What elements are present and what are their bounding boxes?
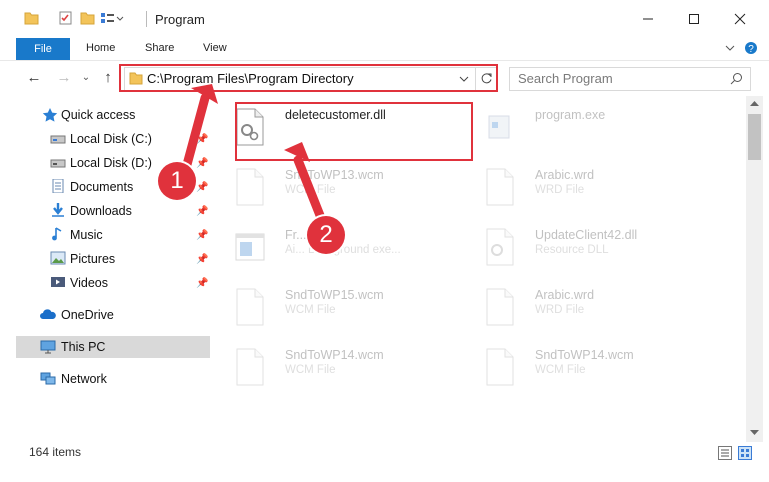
annotation-arrows	[180, 84, 330, 233]
step-2-badge: 2	[307, 216, 345, 254]
step-1-badge: 1	[158, 162, 196, 200]
